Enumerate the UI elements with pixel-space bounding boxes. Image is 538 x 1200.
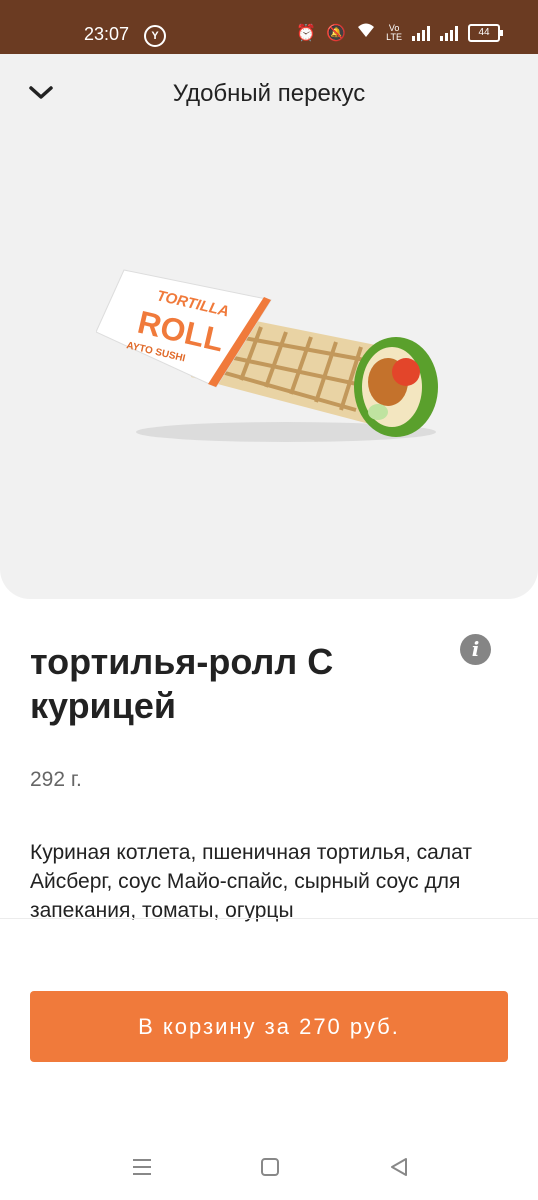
status-time: 23:07 (84, 24, 130, 44)
product-name: тортилья-ролл С курицей (30, 641, 334, 726)
system-nav-bar (0, 1130, 538, 1200)
alarm-icon: ⏰ (296, 24, 317, 42)
home-icon[interactable] (261, 1158, 279, 1176)
menu-icon[interactable] (132, 1158, 152, 1176)
yandex-icon: Y (144, 25, 166, 47)
add-to-cart-button[interactable]: В корзину за 270 руб. (30, 991, 508, 1062)
back-icon[interactable] (390, 1158, 408, 1176)
divider (0, 918, 538, 919)
status-icons: ⏰ 🔕 Vo LTE 44 (296, 22, 503, 43)
product-weight: 292 г. (30, 768, 82, 791)
volte-icon: Vo LTE (386, 22, 402, 42)
product-image: TORTILLA ROLL AYTO SUSHI (96, 269, 438, 442)
header-title: Удобный перекус (172, 80, 366, 107)
status-bar: 23:07 Y ⏰ 🔕 Vo LTE 44 (0, 0, 538, 54)
info-icon[interactable]: i (460, 634, 491, 665)
wifi-icon (356, 22, 376, 43)
battery-icon: 44 (468, 23, 503, 42)
signal-icon-1 (412, 25, 430, 41)
product-description: Куриная котлета, пшеничная тортилья, сал… (30, 841, 472, 922)
signal-icon-2 (440, 25, 458, 41)
mute-icon: 🔕 (326, 24, 347, 42)
